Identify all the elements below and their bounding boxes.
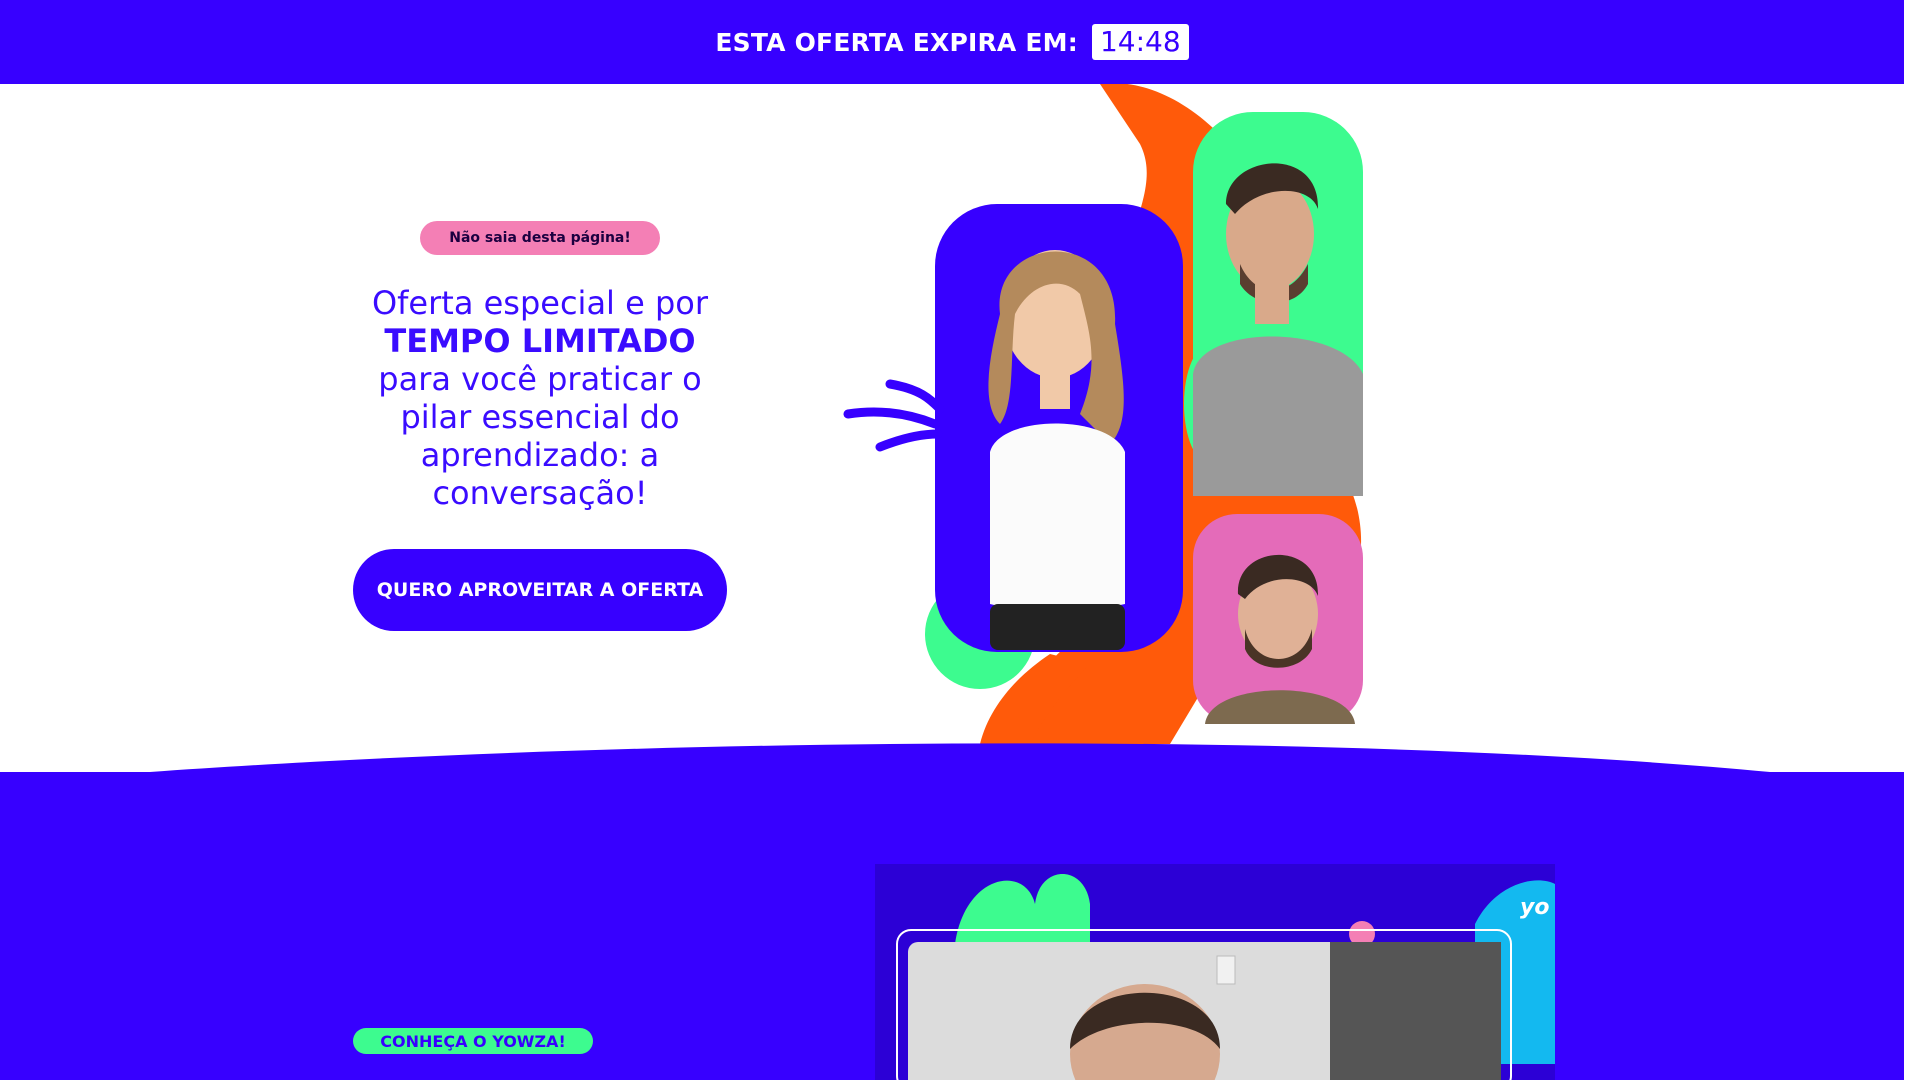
swoosh-lines-decoration bbox=[843, 379, 945, 452]
countdown-timer: 14:48 bbox=[1091, 24, 1189, 60]
countdown-bar: ESTA OFERTA EXPIRA EM: 14:48 bbox=[0, 0, 1904, 84]
stay-on-page-badge: Não saia desta página! bbox=[420, 221, 660, 255]
headline-part2: para você praticar o pilar essencial do … bbox=[378, 360, 702, 512]
video-dark-panel bbox=[1330, 942, 1501, 1080]
stay-on-page-badge-label: Não saia desta página! bbox=[449, 230, 631, 246]
woman-portrait bbox=[988, 250, 1125, 650]
video-preview-illustration: yo bbox=[875, 864, 1555, 1080]
cyan-blob-logo-text: yo bbox=[1520, 895, 1549, 920]
claim-offer-button[interactable]: QUERO APROVEITAR A OFERTA bbox=[353, 549, 727, 631]
headline-part1: Oferta especial e por bbox=[371, 284, 709, 322]
hero-illustration bbox=[843, 84, 1363, 744]
headline-bold: TEMPO LIMITADO bbox=[384, 322, 696, 360]
meet-yowza-badge-label: CONHEÇA O YOWZA! bbox=[380, 1031, 566, 1051]
landing-page: ESTA OFERTA EXPIRA EM: 14:48 Não saia de… bbox=[0, 0, 1904, 1080]
meet-yowza-badge: CONHEÇA O YOWZA! bbox=[353, 1028, 593, 1054]
video-light-switch bbox=[1216, 955, 1236, 985]
hero-headline: Oferta especial e por TEMPO LIMITADO par… bbox=[345, 284, 735, 512]
countdown-label: ESTA OFERTA EXPIRA EM: bbox=[715, 27, 1078, 57]
